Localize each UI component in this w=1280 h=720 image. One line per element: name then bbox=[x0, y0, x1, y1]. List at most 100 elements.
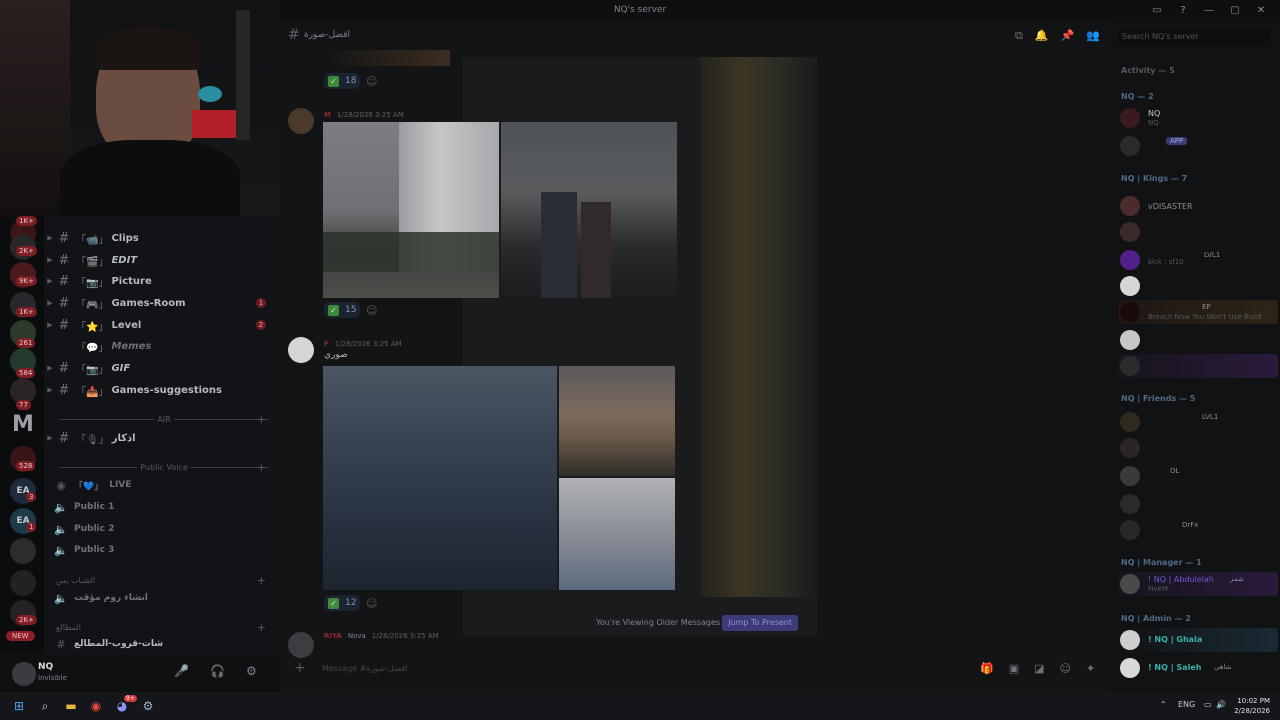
channel-edit[interactable]: ▶ # 「🎬」 EDIT bbox=[44, 250, 280, 270]
steam-icon[interactable]: ⚙ bbox=[139, 697, 157, 715]
pin-icon[interactable]: 📌 bbox=[1061, 29, 1075, 43]
gif-icon[interactable]: ▣ bbox=[1009, 662, 1019, 675]
inbox-icon[interactable]: ▭ bbox=[1146, 3, 1168, 19]
minimize-button[interactable]: — bbox=[1198, 3, 1220, 19]
member-row[interactable] bbox=[1118, 328, 1278, 352]
channel-picture[interactable]: ▶ # 「📷」 Picture bbox=[44, 271, 280, 291]
timestamp: 1/28/2026 3:25 AM bbox=[334, 340, 402, 348]
voice-channel-public-2[interactable]: 🔈 Public 2 bbox=[54, 519, 114, 539]
members-icon[interactable]: 👥 bbox=[1086, 29, 1100, 43]
message-image[interactable] bbox=[323, 366, 557, 590]
help-icon[interactable]: ? bbox=[1172, 3, 1194, 19]
member-row[interactable]: ! NQ | Abdulelah FiveM شمز bbox=[1118, 572, 1278, 596]
channel-memes[interactable]: 「💬」 Memes bbox=[44, 336, 280, 356]
channel-games-room[interactable]: ▶ # 「🎮」 Games-Room 1 bbox=[44, 293, 280, 313]
voice-channel-public-1[interactable]: 🔈 Public 1 bbox=[54, 497, 114, 517]
channel-level[interactable]: ▶ # 「⭐」 Level 2 bbox=[44, 315, 280, 335]
search-input[interactable]: Search NQ's server bbox=[1118, 28, 1270, 46]
reaction-count: 18 bbox=[345, 76, 357, 86]
member-row[interactable]: ! NQ | Ghala bbox=[1118, 628, 1278, 652]
avatar bbox=[1120, 108, 1140, 128]
chevron-up-icon[interactable]: ⌃ bbox=[1160, 700, 1167, 709]
category-extra-2[interactable]: المطالع + bbox=[56, 620, 272, 634]
add-reaction-icon[interactable]: ☺ bbox=[366, 304, 377, 317]
category-extra[interactable]: الشباب بس + bbox=[56, 573, 272, 587]
threads-icon[interactable]: ⧉ bbox=[1015, 29, 1023, 43]
reaction-checkmark[interactable]: ✓ 15 bbox=[324, 302, 360, 318]
volume-icon[interactable]: 🔊 bbox=[1216, 700, 1226, 709]
member-row[interactable]: LVL1 bbox=[1118, 410, 1278, 434]
member-row[interactable]: LVL1 kick : sf10 bbox=[1118, 248, 1278, 272]
add-channel-icon[interactable]: + bbox=[257, 574, 266, 587]
message-image[interactable] bbox=[559, 478, 675, 590]
apps-icon[interactable]: ✦ bbox=[1086, 662, 1095, 675]
member-row[interactable]: EP Breach Now You Won't Use Build bbox=[1118, 300, 1278, 324]
add-channel-icon[interactable]: + bbox=[257, 413, 266, 426]
gift-icon[interactable]: 🎁 bbox=[980, 662, 994, 675]
member-row[interactable]: vDISASTER bbox=[1118, 194, 1278, 218]
category-air[interactable]: AIR + bbox=[56, 412, 272, 426]
voice-channel-temp[interactable]: 🔈 انشاء روم مؤقت bbox=[54, 588, 148, 608]
add-channel-icon[interactable]: + bbox=[257, 461, 266, 474]
message-image[interactable] bbox=[324, 50, 450, 66]
chrome-icon[interactable]: ◉ bbox=[87, 697, 105, 715]
channel-clips[interactable]: ▶ # 「📹」 Clips bbox=[44, 228, 280, 248]
avatar[interactable] bbox=[288, 337, 314, 363]
m-server-icon[interactable]: M bbox=[10, 412, 36, 438]
gear-icon[interactable]: ⚙ bbox=[246, 664, 257, 678]
bell-icon[interactable]: 🔔 bbox=[1035, 29, 1049, 43]
member-tag: شاهي bbox=[1214, 663, 1232, 671]
message-image[interactable] bbox=[559, 366, 675, 476]
author-name[interactable]: RIYA bbox=[324, 632, 342, 640]
language-indicator[interactable]: ENG bbox=[1178, 700, 1195, 709]
channel-gif[interactable]: ▶ # 「📷」 GIF bbox=[44, 358, 280, 378]
member-row[interactable] bbox=[1118, 274, 1278, 298]
reaction-checkmark[interactable]: ✓ 18 bbox=[324, 73, 360, 89]
reaction-row: ✓ 12 ☺ bbox=[324, 595, 377, 611]
activity-header[interactable]: Activity — 5 bbox=[1121, 66, 1175, 75]
message-image[interactable] bbox=[323, 122, 499, 298]
add-reaction-icon[interactable]: ☺ bbox=[366, 597, 377, 610]
category-public-voice[interactable]: Public Voice + bbox=[56, 460, 272, 474]
voice-channel-live[interactable]: ◉ 「💙」 LIVE bbox=[54, 475, 131, 495]
author-name[interactable]: F bbox=[324, 340, 329, 348]
voice-channel-public-3[interactable]: 🔈 Public 3 bbox=[54, 540, 114, 560]
member-row[interactable] bbox=[1118, 220, 1278, 244]
server-icon[interactable] bbox=[10, 538, 36, 564]
member-row[interactable] bbox=[1118, 354, 1278, 378]
member-row[interactable]: ! NQ | Saleh شاهي bbox=[1118, 656, 1278, 680]
windows-start-icon[interactable]: ⊞ bbox=[10, 697, 28, 715]
search-icon[interactable]: ⌕ bbox=[36, 697, 54, 715]
add-reaction-icon[interactable]: ☺ bbox=[366, 75, 377, 88]
deafen-icon[interactable]: 🎧 bbox=[210, 664, 225, 678]
channel-games-suggestions[interactable]: ▶ # 「📥」 Games-suggestions bbox=[44, 380, 280, 400]
close-button[interactable]: ✕ bbox=[1250, 3, 1272, 19]
jump-to-present-button[interactable]: Jump To Present bbox=[722, 615, 798, 631]
clock[interactable]: 10:02 PM 2/28/2026 bbox=[1234, 696, 1270, 716]
member-row[interactable]: DrFx bbox=[1118, 518, 1278, 542]
server-icon[interactable] bbox=[10, 570, 36, 596]
sticker-icon[interactable]: ◪ bbox=[1034, 662, 1044, 675]
member-row[interactable] bbox=[1118, 436, 1278, 460]
avatar bbox=[1120, 330, 1140, 350]
author-name[interactable]: M bbox=[324, 111, 331, 119]
channel-name: LIVE bbox=[109, 480, 132, 490]
message-image[interactable] bbox=[501, 122, 677, 298]
member-row[interactable]: OL bbox=[1118, 464, 1278, 488]
reaction-checkmark[interactable]: ✓ 12 bbox=[324, 595, 360, 611]
mute-icon[interactable]: 🎤 bbox=[174, 664, 189, 678]
member-row[interactable] bbox=[1118, 492, 1278, 516]
network-icon[interactable]: ▭ bbox=[1204, 700, 1212, 709]
message-input[interactable]: Message #افضل-صورة bbox=[322, 664, 407, 673]
channel-azkar[interactable]: ▶ # 「🎙」 اذكار bbox=[44, 428, 280, 448]
maximize-button[interactable]: ▢ bbox=[1224, 3, 1246, 19]
plus-icon[interactable]: + bbox=[294, 660, 306, 676]
folder-icon[interactable]: ▬ bbox=[62, 697, 80, 715]
member-row[interactable]: APP bbox=[1118, 134, 1278, 158]
text-channel-extra[interactable]: # شات-قروب-المطالع bbox=[54, 634, 163, 654]
add-channel-icon[interactable]: + bbox=[257, 621, 266, 634]
avatar[interactable] bbox=[12, 662, 36, 686]
emoji-icon[interactable]: ☺ bbox=[1060, 662, 1071, 675]
member-row[interactable]: NQ NQ bbox=[1118, 106, 1278, 130]
avatar[interactable] bbox=[288, 108, 314, 134]
